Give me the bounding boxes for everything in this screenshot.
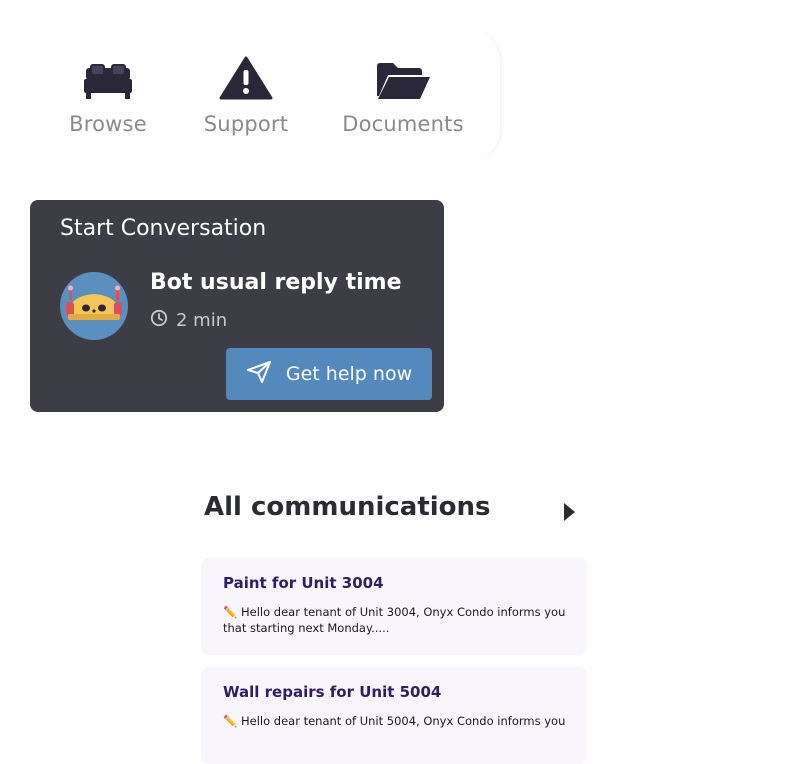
communications-header: All communications bbox=[204, 492, 584, 532]
reply-time-title: Bot usual reply time bbox=[150, 270, 402, 295]
communication-title: Paint for Unit 3004 bbox=[223, 574, 384, 592]
communication-preview: ✏️ Hello dear tenant of Unit 3004, Onyx … bbox=[223, 605, 566, 635]
bot-avatar-icon bbox=[60, 272, 128, 340]
send-icon bbox=[246, 360, 272, 389]
get-help-now-label: Get help now bbox=[285, 363, 413, 385]
browse-label: Browse bbox=[69, 112, 147, 136]
quick-actions-bar: Browse Support Documents bbox=[30, 28, 500, 163]
get-help-now-button[interactable]: Get help now bbox=[226, 348, 432, 400]
communication-card[interactable]: Wall repairs for Unit 5004 ✏️ Hello dear… bbox=[201, 667, 587, 764]
folder-open-icon bbox=[375, 54, 431, 100]
reply-time-value: 2 min bbox=[176, 310, 228, 331]
communication-title: Wall repairs for Unit 5004 bbox=[223, 683, 442, 701]
communication-card[interactable]: Paint for Unit 3004 ✏️ Hello dear tenant… bbox=[201, 558, 587, 655]
documents-button[interactable]: Documents bbox=[338, 54, 468, 136]
communication-preview: ✏️ Hello dear tenant of Unit 5004, Onyx … bbox=[223, 714, 566, 728]
documents-label: Documents bbox=[342, 112, 464, 136]
warning-icon bbox=[219, 54, 273, 100]
conversation-title: Start Conversation bbox=[60, 216, 267, 241]
reply-time: 2 min bbox=[150, 309, 227, 332]
start-conversation-card: Start Conversation Bot usual reply time … bbox=[30, 200, 444, 412]
communications-title: All communications bbox=[204, 492, 491, 522]
chevron-right-icon[interactable] bbox=[562, 502, 576, 526]
clock-icon bbox=[150, 309, 168, 332]
bed-icon bbox=[84, 54, 132, 100]
support-button[interactable]: Support bbox=[198, 54, 294, 136]
browse-button[interactable]: Browse bbox=[66, 54, 150, 136]
support-label: Support bbox=[203, 112, 289, 136]
